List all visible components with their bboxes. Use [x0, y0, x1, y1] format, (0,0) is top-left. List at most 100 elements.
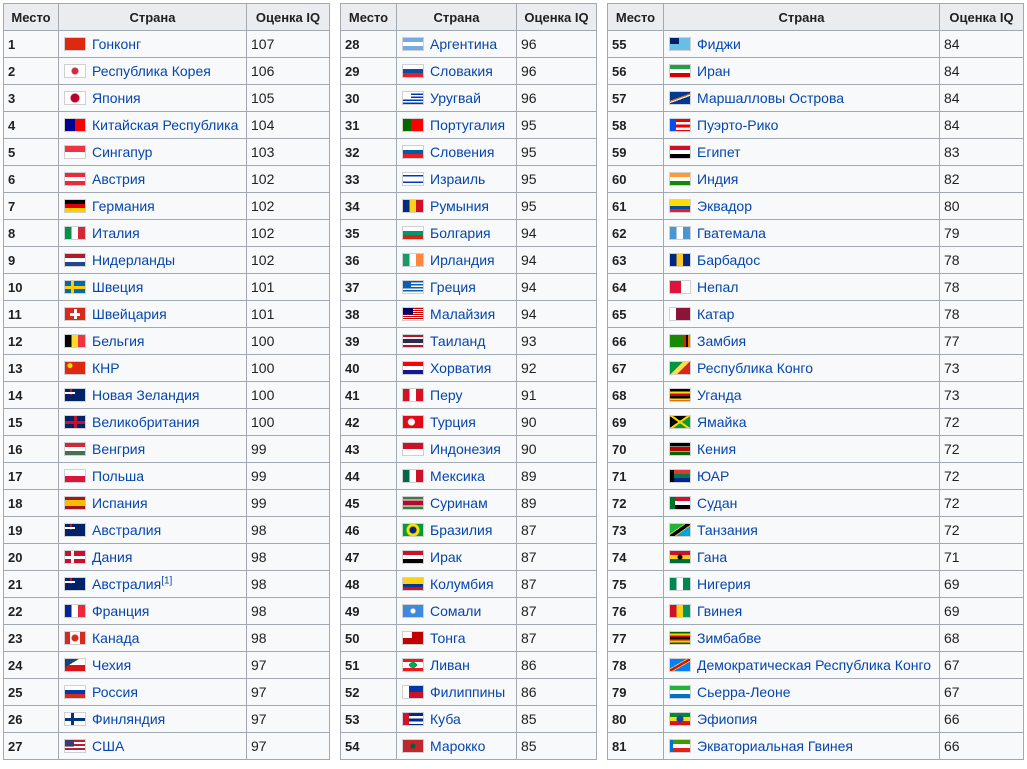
- country-link[interactable]: Тонга: [430, 630, 466, 646]
- country-link[interactable]: Чехия: [92, 657, 131, 673]
- country-link[interactable]: Франция: [92, 603, 149, 619]
- country-link[interactable]: Россия: [92, 684, 138, 700]
- country-link[interactable]: Аргентина: [430, 36, 497, 52]
- country-header[interactable]: Страна: [396, 3, 517, 31]
- country-link[interactable]: Словения: [430, 144, 494, 160]
- country-link[interactable]: Гонконг: [92, 36, 141, 52]
- country-link[interactable]: Япония: [92, 90, 141, 106]
- country-link[interactable]: Бразилия: [430, 522, 492, 538]
- country-link[interactable]: Швейцария: [92, 306, 167, 322]
- country-header[interactable]: Страна: [58, 3, 247, 31]
- country-link[interactable]: Судан: [697, 495, 737, 511]
- country-link[interactable]: Австралия: [92, 522, 161, 538]
- country-link[interactable]: Австрия: [92, 171, 145, 187]
- rank-cell: 12: [3, 327, 59, 355]
- country-link[interactable]: Дания: [92, 549, 132, 565]
- country-link[interactable]: Китайская Республика: [92, 117, 238, 133]
- country-link[interactable]: Эфиопия: [697, 711, 757, 727]
- country-link[interactable]: Египет: [697, 144, 741, 160]
- country-link[interactable]: Демократическая Республика Конго: [697, 657, 931, 673]
- country-link[interactable]: Мексика: [430, 468, 485, 484]
- country-link[interactable]: Греция: [430, 279, 476, 295]
- country-link[interactable]: Бельгия: [92, 333, 144, 349]
- country-link[interactable]: Непал: [697, 279, 738, 295]
- rank-header[interactable]: Место: [607, 3, 664, 31]
- country-link[interactable]: Индонезия: [430, 441, 501, 457]
- rank-cell: 62: [607, 219, 664, 247]
- country-link[interactable]: Перу: [430, 387, 462, 403]
- country-link[interactable]: Эквадор: [697, 198, 752, 214]
- country-link[interactable]: Ливан: [430, 657, 470, 673]
- country-link[interactable]: Республика Корея: [92, 63, 211, 79]
- country-link[interactable]: Сьерра-Леоне: [697, 684, 791, 700]
- country-link[interactable]: Гвинея: [697, 603, 742, 619]
- country-link[interactable]: Финляндия: [92, 711, 165, 727]
- table-row: 42 Турция 90: [340, 408, 597, 436]
- rank-header[interactable]: Место: [3, 3, 59, 31]
- country-link[interactable]: Ирак: [430, 549, 462, 565]
- table-row: 76 Гвинея 69: [607, 597, 1024, 625]
- country-link[interactable]: Барбадос: [697, 252, 760, 268]
- country-link[interactable]: Испания: [92, 495, 148, 511]
- country-link[interactable]: Замбия: [697, 333, 746, 349]
- country-link[interactable]: Гана: [697, 549, 727, 565]
- country-link[interactable]: Республика Конго: [697, 360, 813, 376]
- country-link[interactable]: Индия: [697, 171, 738, 187]
- country-link[interactable]: Малайзия: [430, 306, 495, 322]
- country-link[interactable]: Пуэрто-Рико: [697, 117, 778, 133]
- country-link[interactable]: Гватемала: [697, 225, 766, 241]
- country-link[interactable]: США: [92, 738, 124, 754]
- country-link[interactable]: Кения: [697, 441, 736, 457]
- country-link[interactable]: Хорватия: [430, 360, 491, 376]
- country-link[interactable]: КНР: [92, 360, 120, 376]
- country-link[interactable]: Филиппины: [430, 684, 505, 700]
- country-link[interactable]: Швеция: [92, 279, 143, 295]
- reference-link[interactable]: [1]: [161, 575, 172, 586]
- rank-header[interactable]: Место: [340, 3, 397, 31]
- country-link[interactable]: Венгрия: [92, 441, 145, 457]
- country-link[interactable]: Катар: [697, 306, 734, 322]
- country-header[interactable]: Страна: [663, 3, 940, 31]
- country-link[interactable]: Таиланд: [430, 333, 485, 349]
- country-link[interactable]: Словакия: [430, 63, 493, 79]
- country-link[interactable]: Канада: [92, 630, 139, 646]
- rank-cell: 79: [607, 678, 664, 706]
- country-link[interactable]: Германия: [92, 198, 155, 214]
- country-link[interactable]: Ямайка: [697, 414, 747, 430]
- country-link[interactable]: Италия: [92, 225, 140, 241]
- country-link[interactable]: Польша: [92, 468, 144, 484]
- country-link[interactable]: Иран: [697, 63, 730, 79]
- country-link[interactable]: ЮАР: [697, 468, 729, 484]
- country-link[interactable]: Танзания: [697, 522, 758, 538]
- country-link[interactable]: Колумбия: [430, 576, 494, 592]
- country-link[interactable]: Нигерия: [697, 576, 751, 592]
- country-link[interactable]: Уганда: [697, 387, 742, 403]
- country-link[interactable]: Великобритания: [92, 414, 200, 430]
- iq-header[interactable]: Оценка IQ: [516, 3, 597, 31]
- country-link[interactable]: Румыния: [430, 198, 489, 214]
- country-link[interactable]: Австралия: [92, 576, 161, 592]
- iq-header[interactable]: Оценка IQ: [246, 3, 330, 31]
- country-link[interactable]: Ирландия: [430, 252, 495, 268]
- country-link[interactable]: Сингапур: [92, 144, 152, 160]
- country-link[interactable]: Израиль: [430, 171, 485, 187]
- country-link[interactable]: Нидерланды: [92, 252, 175, 268]
- country-link[interactable]: Марокко: [430, 738, 485, 754]
- country-link[interactable]: Уругвай: [430, 90, 481, 106]
- country-link[interactable]: Суринам: [430, 495, 488, 511]
- flag-icon: [669, 658, 691, 672]
- country-link[interactable]: Турция: [430, 414, 476, 430]
- country-link[interactable]: Новая Зеландия: [92, 387, 199, 403]
- iq-cell: 100: [246, 381, 330, 409]
- country-link[interactable]: Португалия: [430, 117, 505, 133]
- country-cell: Новая Зеландия: [58, 381, 247, 409]
- country-link[interactable]: Маршалловы Острова: [697, 90, 844, 106]
- country-link[interactable]: Куба: [430, 711, 461, 727]
- country-link[interactable]: Экваториальная Гвинея: [697, 738, 853, 754]
- country-link[interactable]: Болгария: [430, 225, 491, 241]
- country-link[interactable]: Сомали: [430, 603, 481, 619]
- iq-header[interactable]: Оценка IQ: [939, 3, 1024, 31]
- country-link[interactable]: Фиджи: [697, 36, 741, 52]
- flag-icon: [669, 91, 691, 105]
- country-link[interactable]: Зимбабве: [697, 630, 761, 646]
